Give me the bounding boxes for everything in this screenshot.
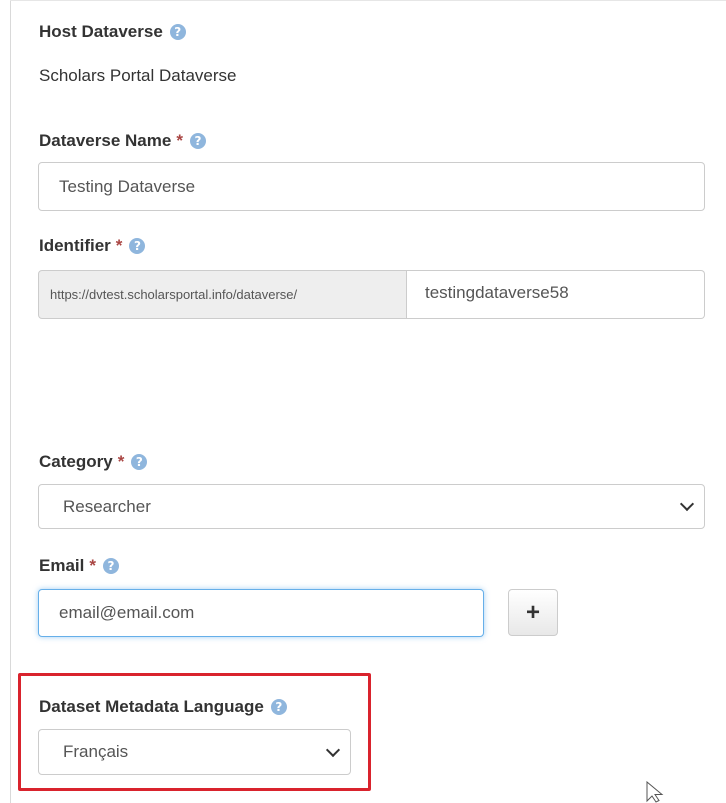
- host-dataverse-label-text: Host Dataverse: [39, 22, 163, 41]
- chevron-down-icon: [325, 742, 341, 757]
- metadata-language-label-text: Dataset Metadata Language: [39, 697, 264, 716]
- dataverse-name-label-text: Dataverse Name: [39, 131, 172, 150]
- host-dataverse-value: Scholars Portal Dataverse: [39, 66, 237, 85]
- metadata-language-select[interactable]: Français: [38, 729, 351, 775]
- required-asterisk: *: [115, 236, 123, 255]
- top-divider: [10, 0, 726, 1]
- identifier-input[interactable]: testingdataverse58: [407, 270, 705, 319]
- identifier-label: Identifier * ?: [39, 236, 146, 256]
- identifier-label-text: Identifier: [39, 236, 111, 255]
- dataverse-name-input[interactable]: Testing Dataverse: [38, 162, 705, 211]
- required-asterisk: *: [117, 452, 125, 471]
- category-label-text: Category: [39, 452, 113, 471]
- chevron-down-icon: [679, 496, 695, 512]
- question-circle-icon[interactable]: ?: [129, 238, 146, 254]
- add-email-button[interactable]: +: [508, 589, 558, 636]
- metadata-language-selected-value: Français: [63, 742, 129, 761]
- question-circle-icon[interactable]: ?: [102, 558, 119, 574]
- category-selected-value: Researcher: [63, 496, 151, 516]
- required-asterisk: *: [176, 131, 183, 150]
- dataverse-form-page: Host Dataverse ? Scholars Portal Dataver…: [0, 0, 726, 803]
- email-label: Email * ?: [39, 556, 119, 576]
- plus-icon: +: [525, 598, 540, 626]
- dataverse-name-label: Dataverse Name * ?: [39, 131, 206, 151]
- metadata-language-label: Dataset Metadata Language ?: [39, 697, 287, 717]
- question-circle-icon[interactable]: ?: [189, 133, 206, 149]
- email-input[interactable]: email@email.com: [38, 589, 484, 637]
- question-circle-icon[interactable]: ?: [270, 699, 287, 715]
- host-dataverse-label: Host Dataverse ?: [39, 22, 186, 42]
- left-panel-border: [0, 0, 11, 803]
- category-label: Category * ?: [39, 452, 148, 472]
- required-asterisk: *: [89, 556, 96, 575]
- mouse-pointer-icon: [646, 781, 664, 803]
- question-circle-icon[interactable]: ?: [131, 454, 148, 470]
- email-label-text: Email: [39, 556, 85, 575]
- question-circle-icon[interactable]: ?: [169, 24, 186, 40]
- category-select[interactable]: Researcher: [38, 484, 705, 529]
- identifier-url-prefix: https://dvtest.scholarsportal.info/datav…: [38, 270, 407, 319]
